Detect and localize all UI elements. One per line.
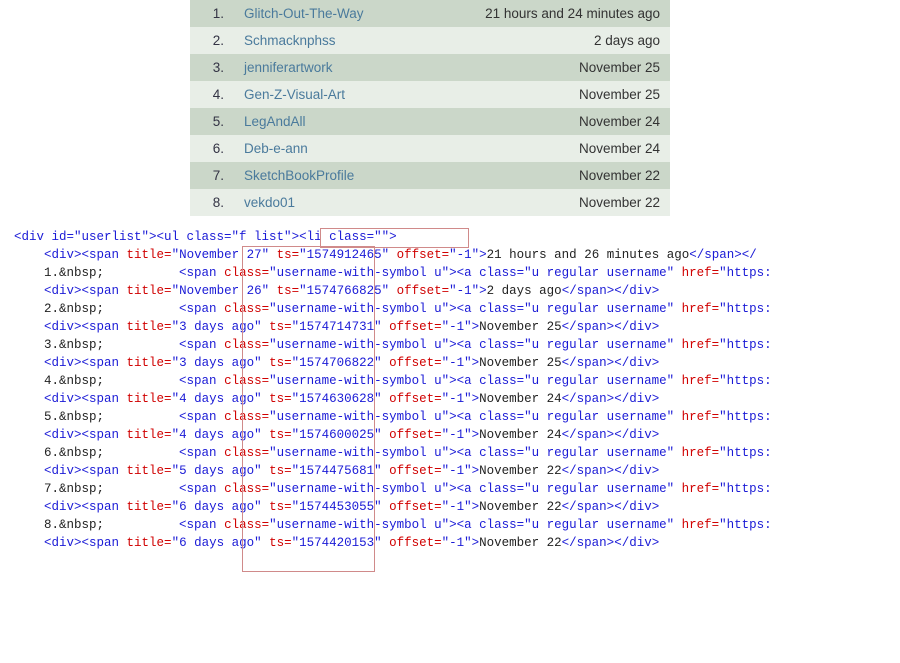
row-index: 3. <box>190 54 234 81</box>
row-username: SketchBookProfile <box>234 162 416 189</box>
source-line: 4.&nbsp; <span class="username-with-symb… <box>14 372 900 390</box>
row-username: Deb-e-ann <box>234 135 416 162</box>
username-link[interactable]: jenniferartwork <box>244 60 333 75</box>
user-row: 8. vekdo01 November 22 <box>190 189 670 216</box>
row-index: 7. <box>190 162 234 189</box>
user-row: 2. Schmacknphss 2 days ago <box>190 27 670 54</box>
row-username: Schmacknphss <box>234 27 416 54</box>
row-username: LegAndAll <box>234 108 416 135</box>
row-username: vekdo01 <box>234 189 416 216</box>
row-time: 2 days ago <box>416 27 670 54</box>
row-index: 2. <box>190 27 234 54</box>
source-line: 6.&nbsp; <span class="username-with-symb… <box>14 444 900 462</box>
username-link[interactable]: Deb-e-ann <box>244 141 308 156</box>
row-username: Glitch-Out-The-Way <box>234 0 416 27</box>
user-row: 7. SketchBookProfile November 22 <box>190 162 670 189</box>
source-view[interactable]: <div id="userlist"><ul class="f list"><l… <box>14 228 900 552</box>
source-line: <div><span title="4 days ago" ts="157460… <box>14 426 900 444</box>
source-line: 8.&nbsp; <span class="username-with-symb… <box>14 516 900 534</box>
row-time: November 22 <box>416 189 670 216</box>
user-row: 6. Deb-e-ann November 24 <box>190 135 670 162</box>
row-time: November 25 <box>416 54 670 81</box>
user-list: 1. Glitch-Out-The-Way 21 hours and 24 mi… <box>190 0 670 216</box>
source-line: 1.&nbsp; <span class="username-with-symb… <box>14 264 900 282</box>
row-index: 6. <box>190 135 234 162</box>
row-time: November 24 <box>416 135 670 162</box>
username-link[interactable]: Schmacknphss <box>244 33 336 48</box>
source-line: 7.&nbsp; <span class="username-with-symb… <box>14 480 900 498</box>
row-index: 8. <box>190 189 234 216</box>
source-line: <div><span title="6 days ago" ts="157442… <box>14 534 900 552</box>
username-link[interactable]: vekdo01 <box>244 195 295 210</box>
user-row: 3. jenniferartwork November 25 <box>190 54 670 81</box>
username-link[interactable]: Glitch-Out-The-Way <box>244 6 364 21</box>
row-index: 4. <box>190 81 234 108</box>
username-link[interactable]: SketchBookProfile <box>244 168 354 183</box>
source-line: <div><span title="3 days ago" ts="157471… <box>14 318 900 336</box>
row-index: 1. <box>190 0 234 27</box>
source-line: <div><span title="November 27" ts="15749… <box>14 246 900 264</box>
username-link[interactable]: LegAndAll <box>244 114 306 129</box>
source-line: <div><span title="4 days ago" ts="157463… <box>14 390 900 408</box>
row-time: November 24 <box>416 108 670 135</box>
user-row: 1. Glitch-Out-The-Way 21 hours and 24 mi… <box>190 0 670 27</box>
source-line: <div><span title="6 days ago" ts="157445… <box>14 498 900 516</box>
source-line: <div><span title="November 26" ts="15747… <box>14 282 900 300</box>
user-row: 5. LegAndAll November 24 <box>190 108 670 135</box>
source-line: <div><span title="3 days ago" ts="157470… <box>14 354 900 372</box>
user-row: 4. Gen-Z-Visual-Art November 25 <box>190 81 670 108</box>
row-username: Gen-Z-Visual-Art <box>234 81 416 108</box>
source-line: 2.&nbsp; <span class="username-with-symb… <box>14 300 900 318</box>
row-index: 5. <box>190 108 234 135</box>
row-time: November 22 <box>416 162 670 189</box>
row-username: jenniferartwork <box>234 54 416 81</box>
source-line: <div id="userlist"><ul class="f list"><l… <box>14 228 900 246</box>
source-line: <div><span title="5 days ago" ts="157447… <box>14 462 900 480</box>
row-time: 21 hours and 24 minutes ago <box>416 0 670 27</box>
source-line: 3.&nbsp; <span class="username-with-symb… <box>14 336 900 354</box>
source-line: 5.&nbsp; <span class="username-with-symb… <box>14 408 900 426</box>
username-link[interactable]: Gen-Z-Visual-Art <box>244 87 345 102</box>
row-time: November 25 <box>416 81 670 108</box>
